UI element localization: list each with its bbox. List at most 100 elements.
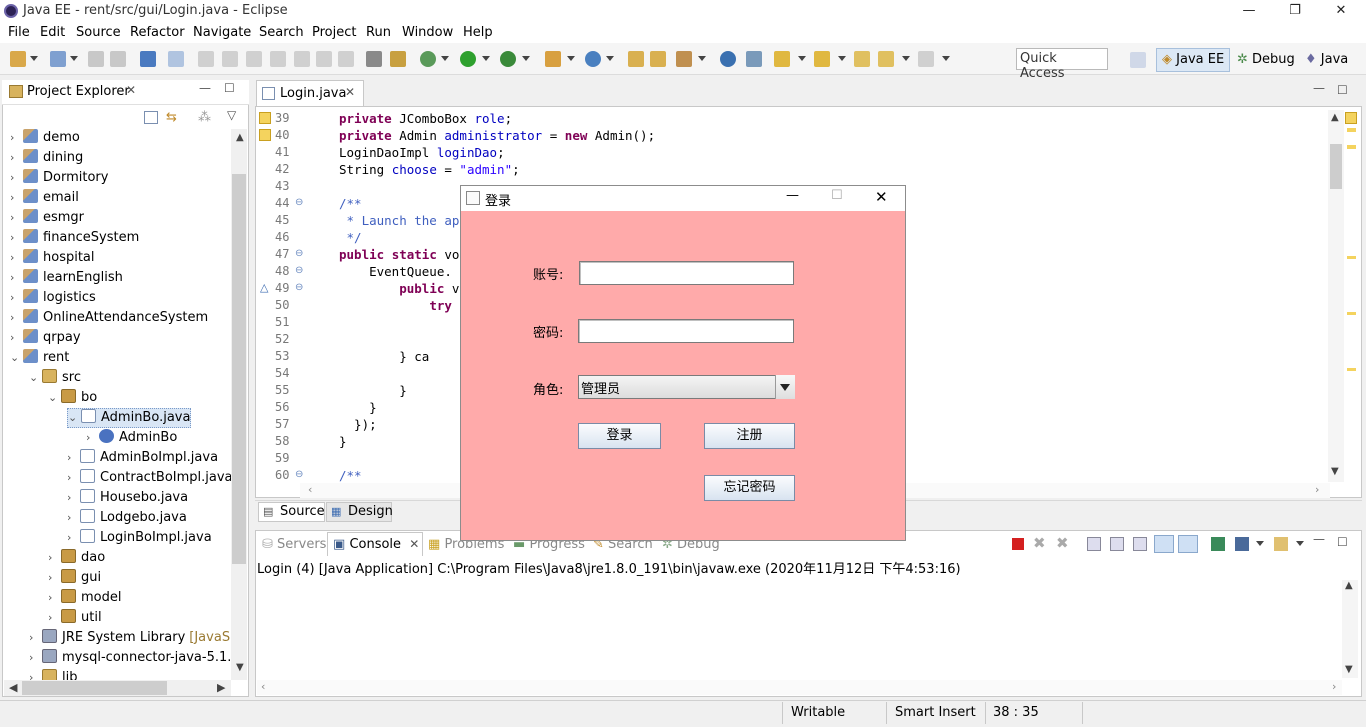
scroll-down-icon[interactable]: ▼ — [236, 662, 244, 673]
menu-file[interactable]: File — [8, 25, 30, 40]
tree-item[interactable]: ⌄ rent — [10, 348, 69, 368]
chevron-down-icon[interactable] — [567, 56, 575, 61]
show-stdout-icon[interactable] — [1154, 535, 1174, 553]
editor-tab-login-java[interactable]: Login.java ✕ — [256, 80, 364, 106]
chevron-right-icon[interactable]: › — [67, 468, 77, 488]
console-horizontal-scrollbar[interactable]: ‹ › — [257, 680, 1342, 695]
forgot-password-button[interactable]: 忘记密码 — [704, 475, 795, 501]
chevron-down-icon[interactable]: ⌄ — [29, 368, 39, 388]
maximize-editor-icon[interactable]: ☐ — [1337, 83, 1348, 97]
editor-vertical-scrollbar[interactable]: ▲ ▼ — [1328, 110, 1344, 482]
step-return-icon[interactable] — [338, 51, 354, 67]
editor-scroll-thumb[interactable] — [1330, 144, 1342, 189]
explorer-hscroll-thumb[interactable] — [22, 681, 167, 695]
explorer-scroll-thumb[interactable] — [232, 174, 246, 564]
tree-item[interactable]: › Dormitory — [10, 168, 108, 188]
quick-access-input[interactable]: Quick Access — [1016, 48, 1108, 81]
tree-item[interactable]: › ContractBoImpl.java — [67, 468, 233, 488]
tree-item[interactable]: › dining — [10, 148, 83, 168]
explorer-horizontal-scrollbar[interactable]: ◀ ▶ — [4, 680, 231, 696]
scroll-down-icon[interactable]: ▼ — [1345, 664, 1353, 675]
explorer-vertical-scrollbar[interactable]: ▲ ▼ — [231, 129, 247, 680]
back-icon[interactable] — [878, 51, 894, 67]
suspend-icon[interactable] — [222, 51, 238, 67]
menu-source[interactable]: Source — [76, 25, 121, 40]
dialog-close-button[interactable]: ✕ — [875, 188, 888, 206]
debug-icon[interactable] — [420, 51, 436, 67]
chevron-right-icon[interactable]: › — [67, 448, 77, 468]
maximize-view-icon[interactable]: ☐ — [224, 81, 235, 95]
resume-icon[interactable] — [198, 51, 214, 67]
chevron-right-icon[interactable]: › — [10, 208, 20, 228]
remove-launch-icon[interactable]: ✖ — [1033, 534, 1046, 552]
role-select[interactable]: 管理员 — [578, 375, 795, 399]
search-tool-icon[interactable] — [676, 51, 692, 67]
tree-item[interactable]: › AdminBoImpl.java — [67, 448, 218, 468]
open-console-icon[interactable] — [1274, 537, 1288, 551]
scroll-right-icon[interactable]: ▶ — [217, 681, 225, 694]
collapse-all-icon[interactable] — [144, 111, 158, 124]
chevron-down-icon[interactable] — [838, 56, 846, 61]
save-icon[interactable] — [88, 51, 104, 67]
open-perspective-icon[interactable] — [1130, 52, 1146, 68]
run-icon[interactable] — [460, 51, 476, 67]
tree-item[interactable]: ⌄ src — [29, 368, 81, 388]
terminate-icon[interactable] — [246, 51, 262, 67]
menu-run[interactable]: Run — [366, 25, 391, 40]
scroll-right-icon[interactable]: › — [1315, 483, 1319, 496]
fold-toggle-icon[interactable]: ⊖ — [295, 282, 303, 293]
project-explorer-tab[interactable]: Project Explorer ✕ — ☐ — [2, 80, 249, 105]
chevron-right-icon[interactable]: › — [10, 288, 20, 308]
step-over-icon[interactable] — [316, 51, 332, 67]
overview-marker[interactable] — [1347, 145, 1356, 149]
menu-project[interactable]: Project — [312, 25, 356, 40]
chevron-down-icon[interactable]: ⌄ — [68, 409, 78, 427]
chevron-right-icon[interactable]: › — [67, 528, 77, 548]
remove-all-icon[interactable]: ✖ — [1056, 534, 1069, 552]
chevron-right-icon[interactable]: › — [48, 588, 58, 608]
minimize-view-icon[interactable]: — — [199, 81, 211, 95]
chevron-right-icon[interactable]: › — [10, 188, 20, 208]
chevron-down-icon[interactable] — [30, 56, 38, 61]
chevron-right-icon[interactable]: › — [48, 568, 58, 588]
chevron-right-icon[interactable]: › — [10, 228, 20, 248]
tree-item[interactable]: › Housebo.java — [67, 488, 188, 508]
tab-servers[interactable]: ⛁ Servers — [262, 537, 326, 552]
chevron-right-icon[interactable]: › — [10, 268, 20, 288]
perspective-java-ee[interactable]: ◈ Java EE — [1162, 52, 1224, 67]
chevron-down-icon[interactable]: ⌄ — [10, 348, 20, 368]
console-vertical-scrollbar[interactable]: ▲ ▼ — [1342, 580, 1358, 678]
menu-refactor[interactable]: Refactor — [130, 25, 185, 40]
new-package-icon[interactable] — [50, 51, 66, 67]
chevron-right-icon[interactable]: › — [48, 608, 58, 628]
chevron-right-icon[interactable]: › — [10, 308, 20, 328]
tree-item[interactable]: ⌄ AdminBo.java — [67, 408, 192, 428]
tree-item[interactable]: › util — [48, 608, 102, 628]
drop-to-frame-icon[interactable] — [366, 51, 382, 67]
perspective-java[interactable]: ♦ Java — [1305, 52, 1348, 67]
new-class-icon[interactable] — [585, 51, 601, 67]
menu-navigate[interactable]: Navigate — [193, 25, 251, 40]
tree-item[interactable]: ⌄ bo — [48, 388, 97, 408]
login-button[interactable]: 登录 — [578, 423, 661, 449]
use-step-filters-icon[interactable] — [390, 51, 406, 67]
open-type-icon[interactable] — [628, 51, 644, 67]
tree-item[interactable]: › AdminBo — [86, 428, 177, 448]
maximize-console-icon[interactable]: ☐ — [1337, 535, 1348, 549]
dialog-minimize-button[interactable]: — — [786, 188, 799, 203]
scroll-up-icon[interactable]: ▲ — [1345, 580, 1353, 591]
menu-help[interactable]: Help — [463, 25, 493, 40]
dialog-maximize-button[interactable]: ☐ — [831, 188, 843, 203]
chevron-right-icon[interactable]: › — [67, 488, 77, 508]
view-menu-icon[interactable]: ▽ — [227, 108, 236, 122]
last-edit-icon[interactable] — [854, 51, 870, 67]
menu-edit[interactable]: Edit — [40, 25, 65, 40]
perspective-debug[interactable]: ✲ Debug — [1237, 52, 1295, 67]
tree-item[interactable]: › model — [48, 588, 121, 608]
clear-console-icon[interactable] — [1087, 537, 1101, 551]
chevron-right-icon[interactable]: › — [10, 248, 20, 268]
globe-icon[interactable] — [720, 51, 736, 67]
minimize-editor-icon[interactable]: — — [1313, 81, 1325, 95]
restore-button[interactable]: ❐ — [1272, 0, 1318, 23]
scroll-left-icon[interactable]: ◀ — [9, 681, 17, 694]
